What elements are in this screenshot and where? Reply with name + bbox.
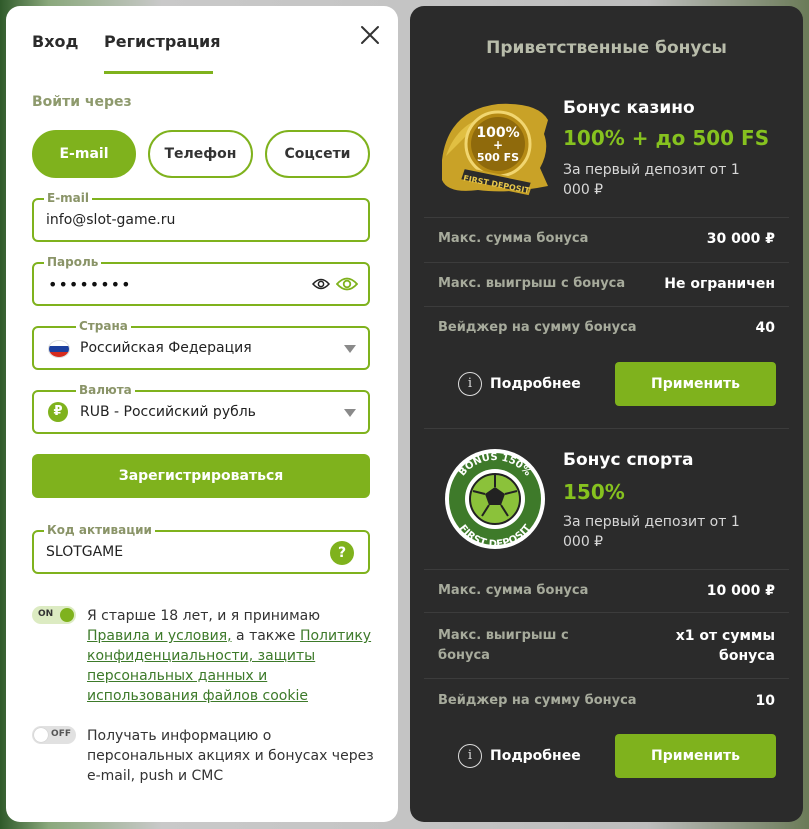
divider <box>424 428 789 429</box>
sport-bonus-badge-icon: BONUS 150% FIRST DEPOSIT <box>445 449 545 550</box>
casino-bonus-name: Бонус казино <box>563 98 695 118</box>
country-select[interactable]: Страна Российская Федерация <box>32 319 370 370</box>
casino-row-value: Не ограничен <box>664 276 775 292</box>
sport-row-label: Макс. выигрыш с бонуса <box>438 628 569 663</box>
email-label: E-mail <box>44 191 93 205</box>
sport-row-value: x1 от суммы бонуса <box>675 628 775 664</box>
sport-bonus-amount: 150% <box>563 480 625 504</box>
tab-register[interactable]: Регистрация <box>104 32 221 74</box>
badge-line3: 500 FS <box>477 151 519 164</box>
tab-login[interactable]: Вход <box>32 32 78 51</box>
casino-row-label: Макс. выигрыш с бонуса <box>438 276 626 291</box>
eye-icon[interactable] <box>312 277 330 291</box>
sport-apply-button[interactable]: Применить <box>615 734 776 778</box>
email-field: E-mail <box>32 191 370 242</box>
casino-apply-button[interactable]: Применить <box>615 362 776 406</box>
sport-bonus-name: Бонус спорта <box>563 450 694 470</box>
sport-row-label: Вейджер на сумму бонуса <box>438 693 637 708</box>
bonuses-title: Приветственные бонусы <box>486 38 727 58</box>
badge-line2: + <box>493 138 503 152</box>
casino-row-value: 40 <box>755 320 775 336</box>
divider <box>424 612 789 613</box>
casino-bonus-amount: 100% + до 500 FS <box>563 126 770 150</box>
register-button[interactable]: Зарегистрироваться <box>32 454 370 498</box>
age-consent-toggle[interactable]: ON <box>32 606 76 624</box>
password-field: Пароль •••••••• <box>32 255 370 306</box>
close-icon[interactable] <box>359 24 381 46</box>
info-icon: i <box>458 372 482 396</box>
sport-more-link[interactable]: i Подробнее <box>458 744 581 768</box>
sport-row-value: 10 000 ₽ <box>706 583 775 599</box>
casino-bonus-badge-icon: 100% + 500 FS FIRST DEPOSIT <box>442 103 548 196</box>
casino-bonus-desc: За первый депозит от 1 000 ₽ <box>563 162 740 198</box>
casino-row-value: 30 000 ₽ <box>706 231 775 247</box>
method-phone-button[interactable]: Телефон <box>148 130 253 178</box>
chevron-down-icon[interactable] <box>344 345 356 353</box>
country-value: Российская Федерация <box>80 340 252 356</box>
casino-more-link[interactable]: i Подробнее <box>458 372 581 396</box>
casino-row-label: Вейджер на сумму бонуса <box>438 320 637 335</box>
method-email-button[interactable]: E-mail <box>32 130 136 178</box>
toggle-knob <box>34 728 48 742</box>
password-input[interactable]: •••••••• <box>48 275 132 294</box>
activation-code-label: Код активации <box>44 523 155 537</box>
toggle-off-label: OFF <box>51 729 71 739</box>
help-icon[interactable]: ? <box>330 541 354 565</box>
login-via-label: Войти через <box>32 94 132 110</box>
eye-outline-icon[interactable] <box>336 276 358 292</box>
russia-flag-icon <box>48 340 70 358</box>
email-input[interactable] <box>46 208 306 232</box>
currency-label: Валюта <box>76 383 135 397</box>
toggle-knob <box>60 608 74 622</box>
password-label: Пароль <box>44 255 102 269</box>
registration-panel: Вход Регистрация Войти через E-mail Теле… <box>6 6 398 822</box>
tab-register-label: Регистрация <box>104 32 221 51</box>
divider <box>424 569 789 570</box>
country-label: Страна <box>76 319 131 333</box>
toggle-on-label: ON <box>38 609 54 619</box>
promo-consent-toggle[interactable]: OFF <box>32 726 76 744</box>
activation-code-field: Код активации ? <box>32 523 370 574</box>
consent-text-start: Я старше 18 лет, и я принимаю <box>87 608 320 624</box>
ruble-coin-icon: ₽ <box>48 402 68 422</box>
divider <box>424 262 789 263</box>
info-icon: i <box>458 744 482 768</box>
currency-select[interactable]: Валюта ₽ RUB - Российский рубль <box>32 383 370 434</box>
active-tab-indicator <box>104 71 213 74</box>
more-label: Подробнее <box>490 376 581 392</box>
currency-value: RUB - Российский рубль <box>80 404 256 420</box>
divider <box>424 306 789 307</box>
divider <box>424 678 789 679</box>
consent-text-mid: а также <box>231 628 300 644</box>
rules-link[interactable]: Правила и условия, <box>87 628 232 644</box>
sport-bonus-desc: За первый депозит от 1 000 ₽ <box>563 514 740 550</box>
chevron-down-icon[interactable] <box>344 409 356 417</box>
sport-row-label: Макс. сумма бонуса <box>438 583 589 598</box>
promo-consent-text: Получать информацию о персональных акция… <box>87 728 374 784</box>
divider <box>424 217 789 218</box>
activation-code-input[interactable] <box>46 540 306 564</box>
more-label: Подробнее <box>490 748 581 764</box>
method-social-button[interactable]: Соцсети <box>265 130 370 178</box>
age-consent-text: Я старше 18 лет, и я принимаю Правила и … <box>87 606 377 706</box>
sport-row-value: 10 <box>755 693 775 709</box>
welcome-bonuses-panel: Приветственные бонусы 100% + 500 FS FIRS… <box>410 6 803 822</box>
casino-row-label: Макс. сумма бонуса <box>438 231 589 246</box>
